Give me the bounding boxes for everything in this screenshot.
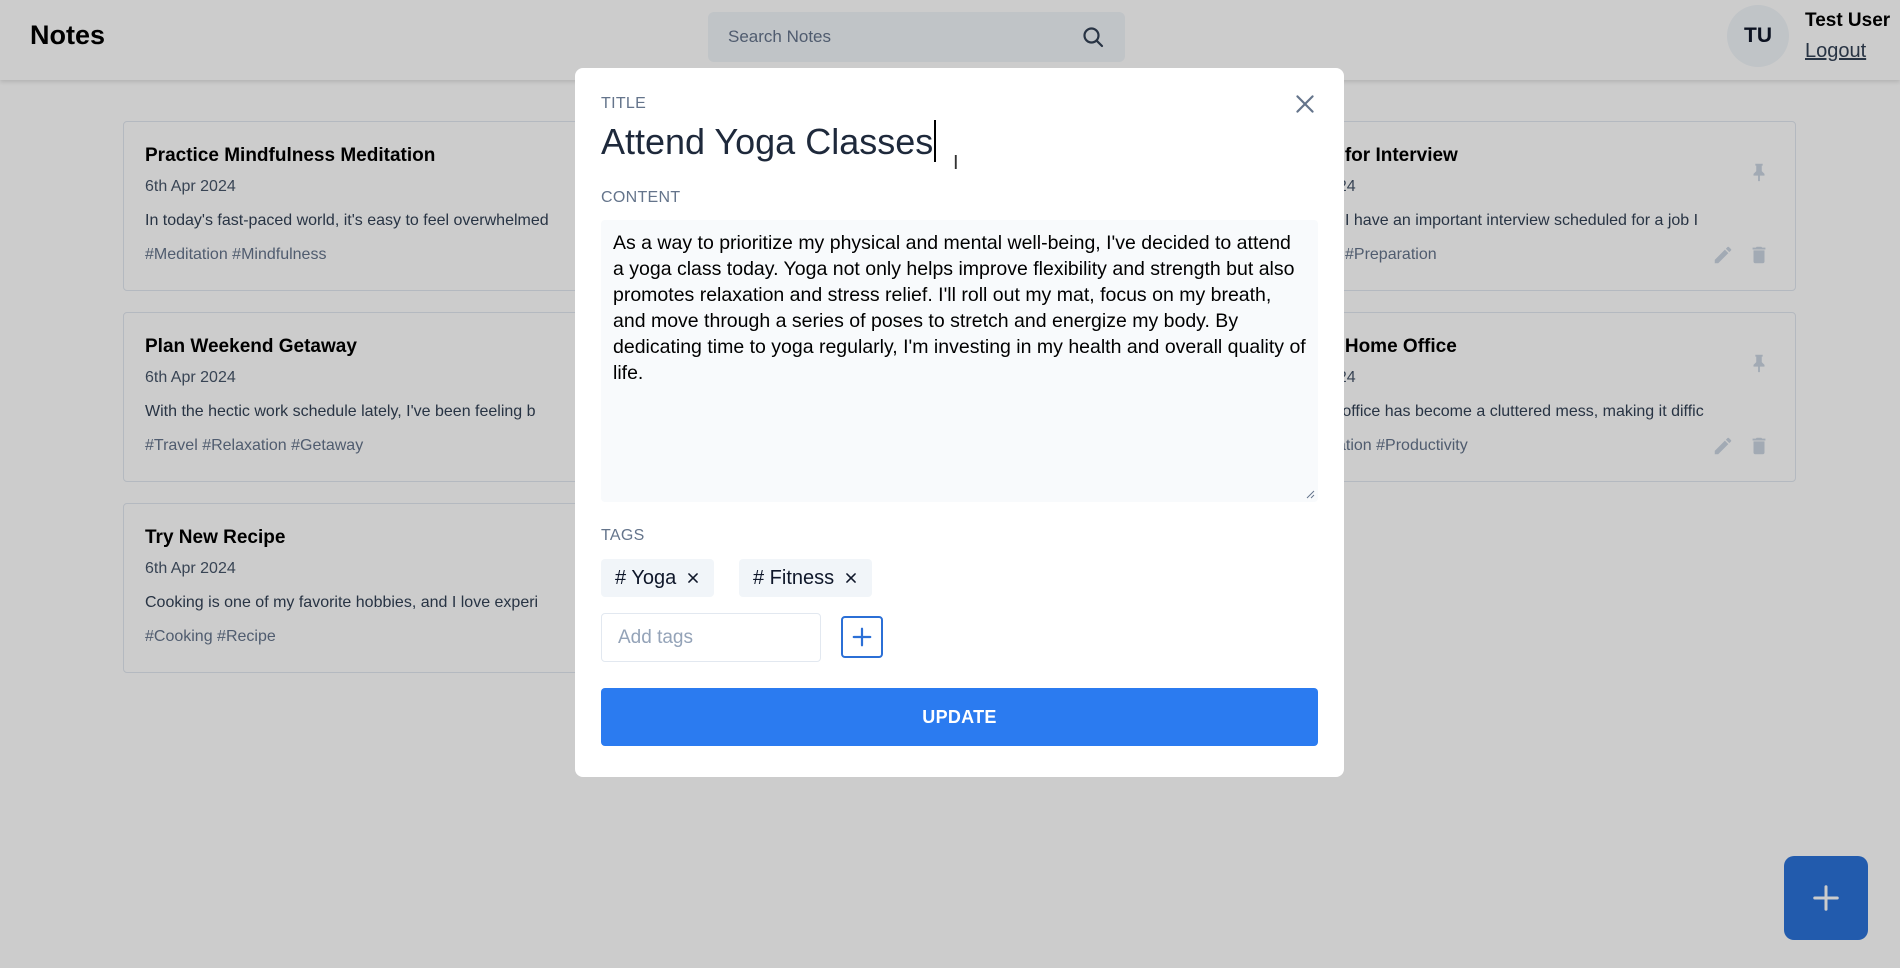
plus-icon (852, 627, 872, 647)
update-button[interactable]: UPDATE (601, 688, 1318, 746)
tag-chip: # Yoga (601, 559, 715, 597)
title-value: Attend Yoga Classes (601, 121, 934, 162)
tag-chip-label: # Yoga (615, 566, 677, 589)
text-cursor-icon: I (953, 152, 959, 174)
tag-chip-label: # Fitness (753, 566, 835, 589)
content-value: As a way to prioritize my physical and m… (613, 232, 1306, 384)
edit-note-modal: TITLE Attend Yoga Classes I CONTENT As a… (575, 68, 1344, 777)
resize-handle-icon[interactable] (1305, 489, 1315, 499)
remove-tag-icon[interactable] (686, 571, 700, 585)
close-icon[interactable] (1292, 91, 1318, 117)
tag-chip: # Fitness (739, 559, 873, 597)
remove-tag-icon[interactable] (844, 571, 858, 585)
title-input[interactable]: Attend Yoga Classes (601, 120, 937, 163)
content-textarea[interactable]: As a way to prioritize my physical and m… (601, 220, 1318, 502)
content-label: CONTENT (601, 189, 681, 206)
tags-label: TAGS (601, 527, 645, 544)
text-caret (934, 120, 937, 162)
add-tag-button[interactable] (841, 616, 883, 658)
add-tags-placeholder: Add tags (618, 626, 693, 648)
add-tags-input[interactable]: Add tags (601, 613, 821, 662)
title-label: TITLE (601, 95, 647, 112)
